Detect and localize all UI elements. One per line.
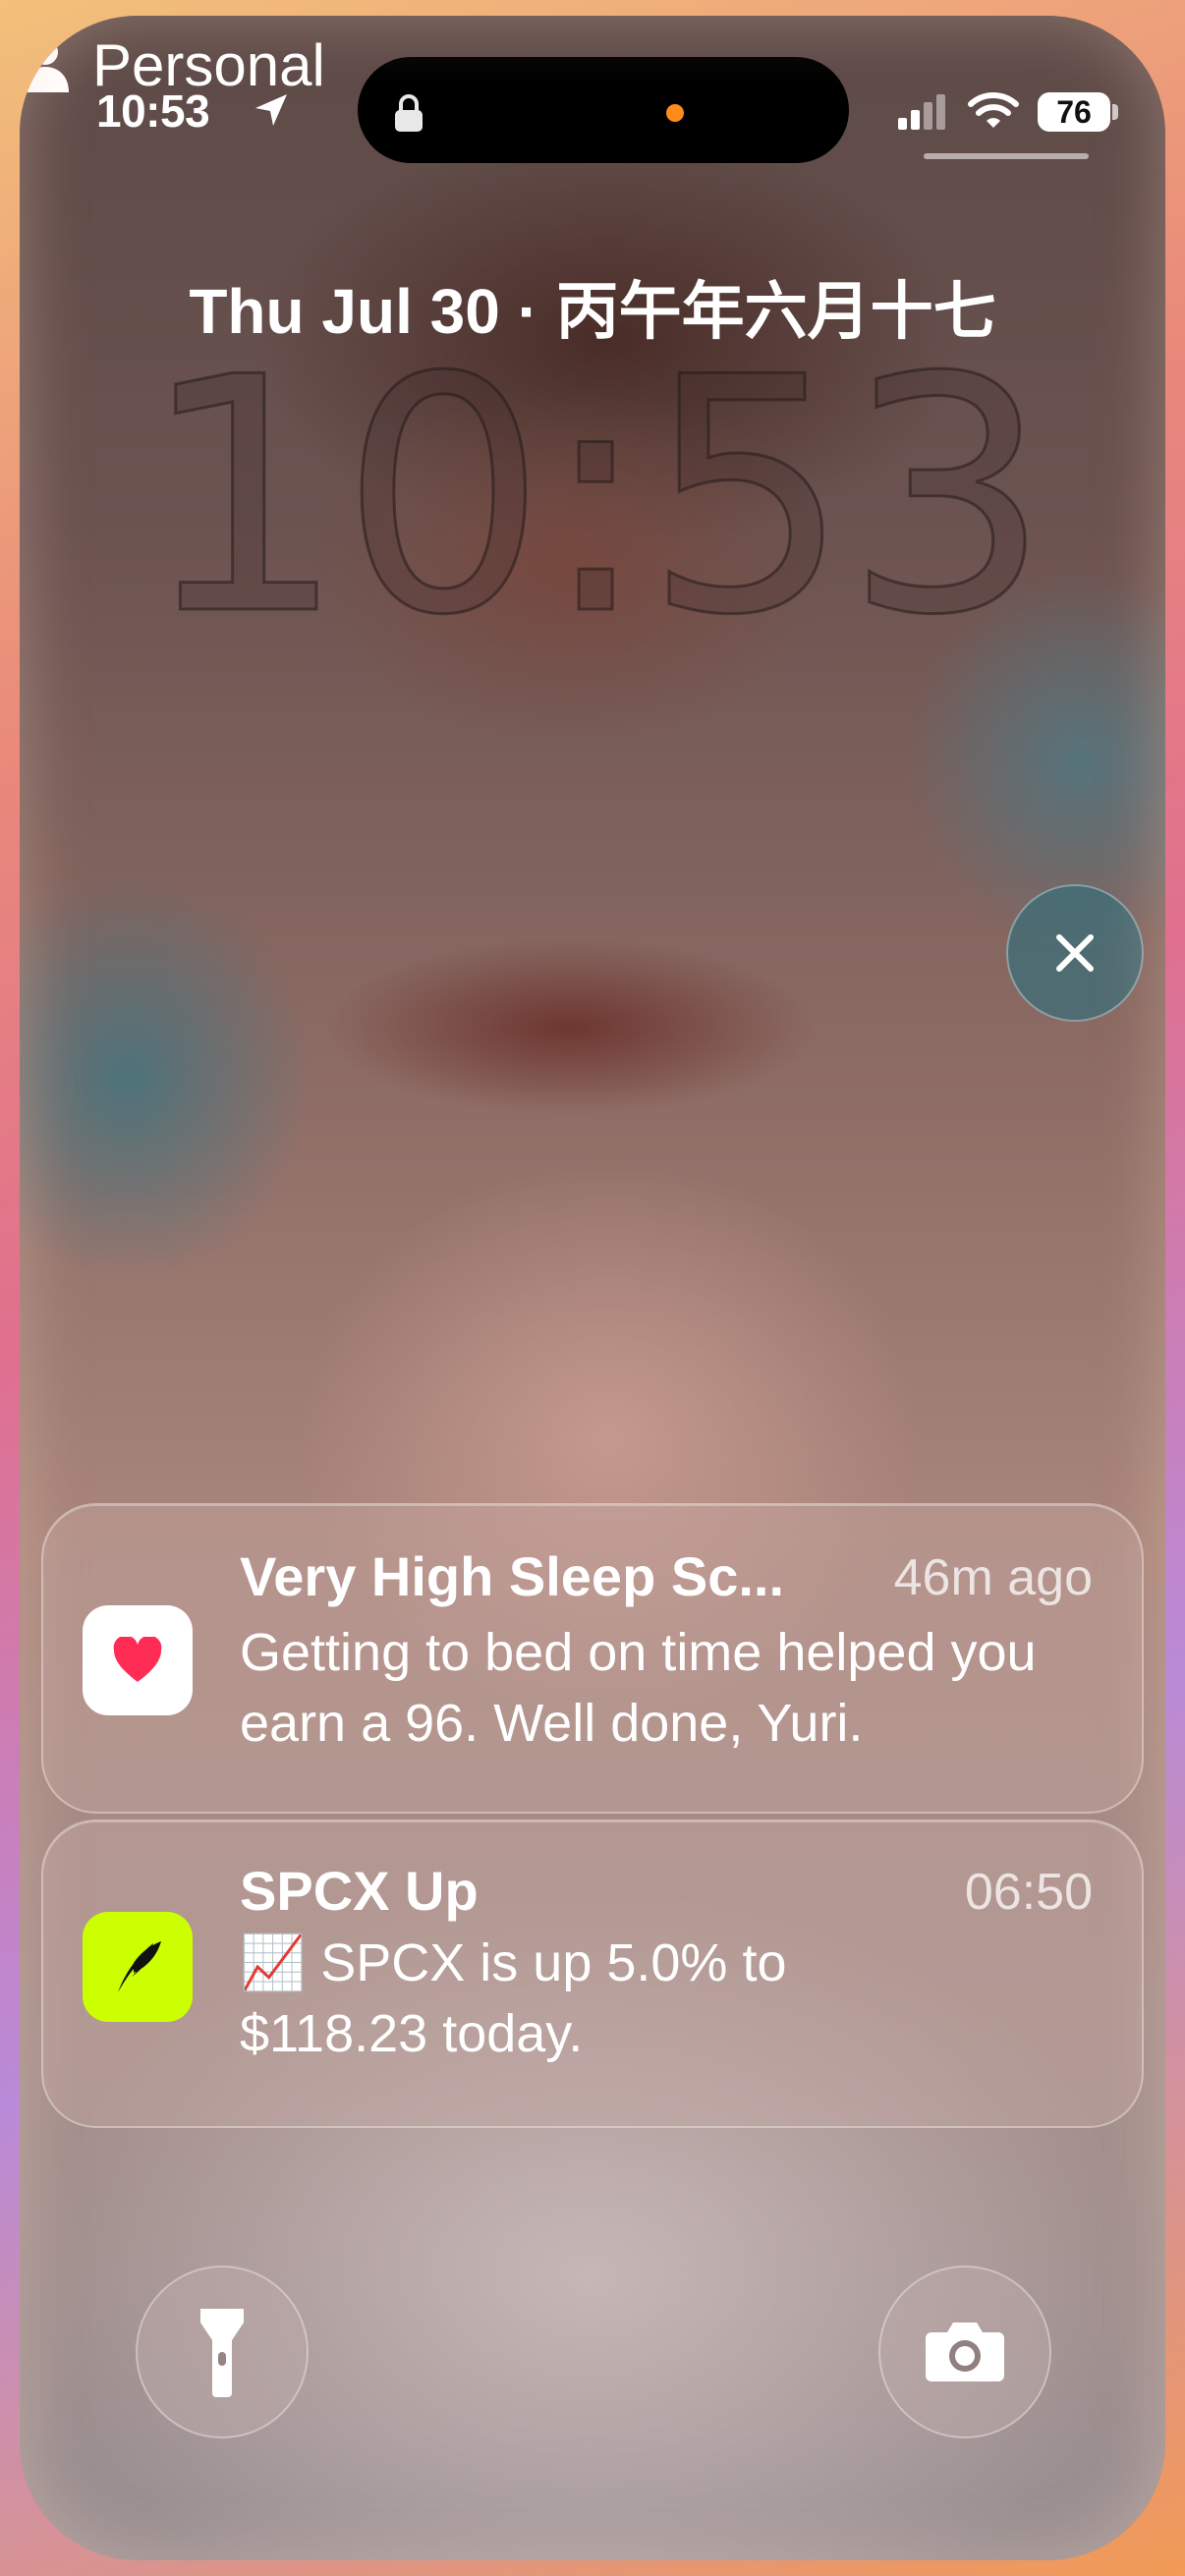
notification-time: 46m ago [893,1549,1093,1606]
notification-title: SPCX Up [240,1860,479,1922]
flashlight-button[interactable] [136,2266,309,2438]
person-icon [22,39,69,92]
notification-body: Getting to bed on time helped you earn a… [240,1623,1037,1753]
privacy-indicator-dot [666,104,684,122]
signal-icon [898,94,945,130]
robinhood-app-icon [83,1912,193,2022]
lock-clock: 10:53 [139,308,1052,686]
location-arrow-icon [255,94,287,126]
health-app-icon [83,1605,193,1715]
feather-icon [118,1941,161,1992]
wifi-icon [968,92,1019,128]
control-center-grabber[interactable] [924,153,1089,159]
flashlight-icon [200,2309,244,2397]
lock-screen: 10:53 76 Thu Jul 30 · 丙午年六月十七 10:53 Very… [20,16,1165,2560]
lock-icon [395,94,423,132]
notification-time: 06:50 [964,1864,1093,1921]
close-icon [1056,934,1094,972]
battery-nub [1112,104,1118,120]
notification-health[interactable]: Very High Sleep Sc... 46m ago Getting to… [41,1503,1144,1814]
notification-body: 📈 SPCX is up 5.0% to $118.23 today. [240,1933,787,2063]
dynamic-island [358,57,849,163]
camera-button[interactable] [878,2266,1051,2438]
status-time: 10:53 [96,85,210,137]
camera-icon [926,2323,1004,2381]
screenshot-frame: 10:53 76 Thu Jul 30 · 丙午年六月十七 10:53 Very… [0,0,1185,2576]
notification-title: Very High Sleep Sc... [240,1545,785,1607]
battery-icon: 76 [1038,92,1110,132]
notification-robinhood[interactable]: SPCX Up 06:50 📈 SPCX is up 5.0% to $118.… [41,1820,1144,2128]
dismiss-notifications-button[interactable] [1006,884,1144,1022]
heart-icon [113,1637,162,1682]
